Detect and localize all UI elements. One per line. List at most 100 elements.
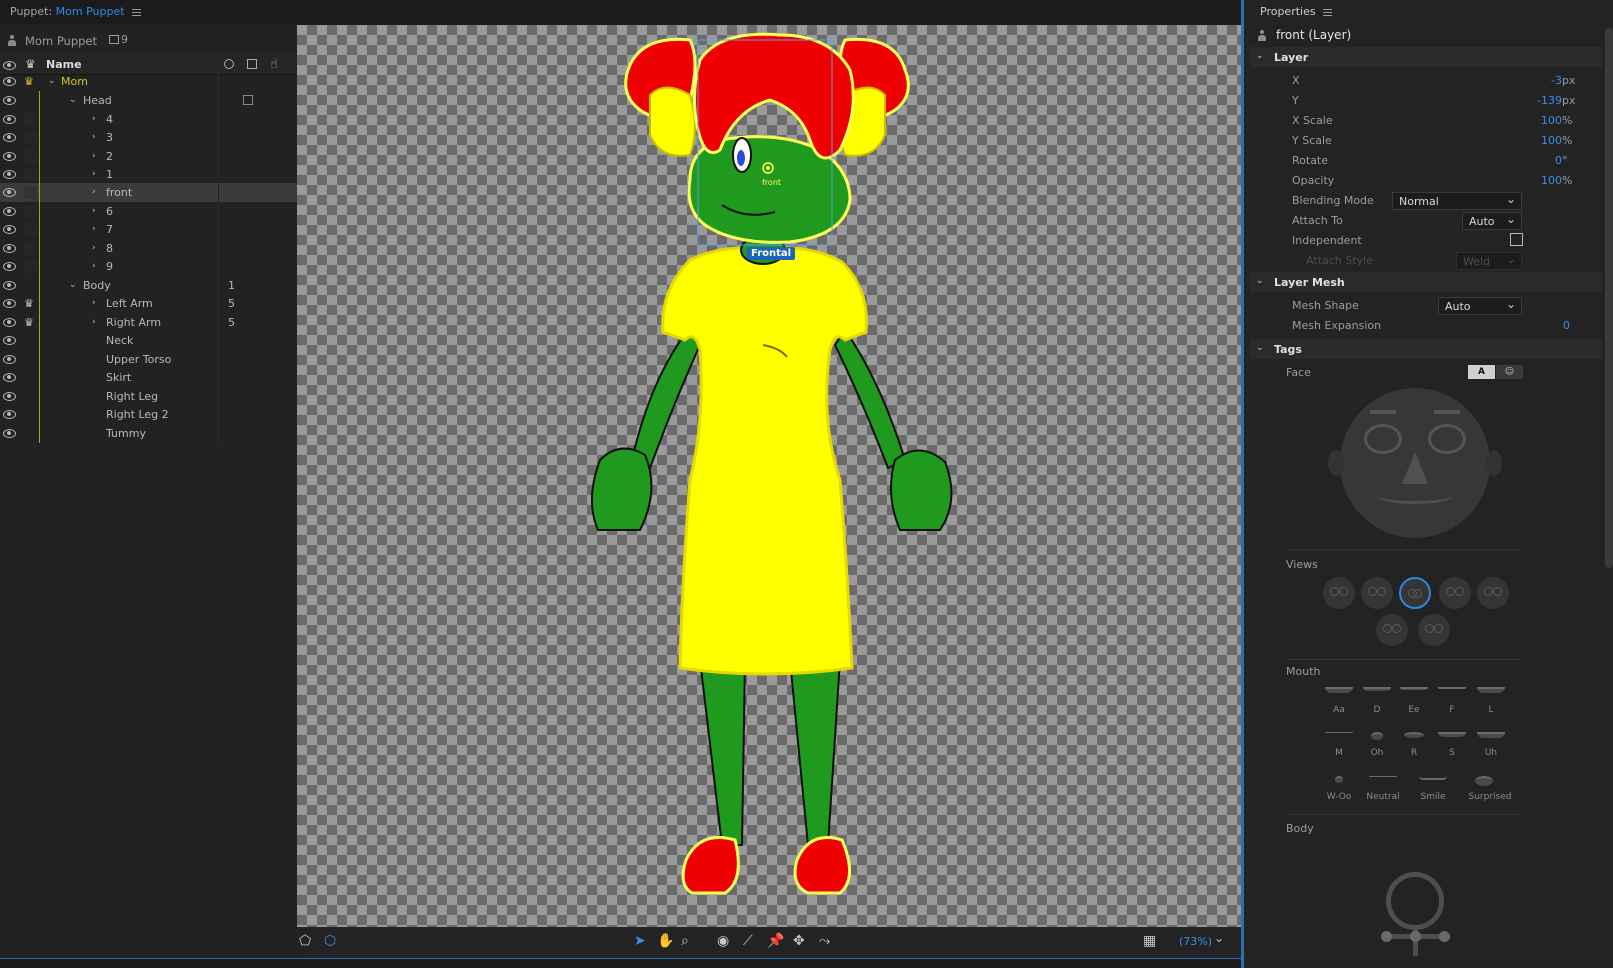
panel-menu-icon[interactable]: [131, 8, 141, 16]
view-face-frontal-icon[interactable]: [1399, 577, 1431, 609]
independent-column-icon[interactable]: [247, 59, 257, 69]
mouth-f-icon[interactable]: [1438, 685, 1466, 697]
properties-scrollbar[interactable]: [1605, 28, 1613, 568]
select-arrow-icon[interactable]: ➤: [634, 933, 646, 949]
body-left-shoulder-icon[interactable]: [1381, 931, 1392, 942]
nose[interactable]: [1402, 452, 1428, 484]
right-eyebrow[interactable]: [1434, 410, 1460, 414]
chevron-right-icon[interactable]: ›: [92, 261, 96, 271]
view-face-icon[interactable]: [1376, 614, 1408, 646]
mouth-ee-icon[interactable]: [1400, 685, 1428, 697]
visibility-eye-icon[interactable]: [3, 114, 16, 124]
crown-icon[interactable]: ♛: [24, 298, 34, 309]
visibility-eye-icon[interactable]: [3, 280, 16, 290]
mesh-shape-dropdown[interactable]: Auto: [1438, 297, 1522, 315]
visibility-eye-icon[interactable]: [3, 372, 16, 382]
crown-slot[interactable]: [24, 150, 37, 163]
crown-column-icon[interactable]: ♛: [25, 57, 36, 71]
chevron-right-icon[interactable]: ›: [92, 206, 96, 216]
visibility-eye-icon[interactable]: [3, 243, 16, 253]
yscale-value[interactable]: 100: [1541, 134, 1562, 147]
visibility-eye-icon[interactable]: [3, 317, 16, 327]
crown-slot[interactable]: [24, 260, 37, 273]
rotate-value[interactable]: 0: [1555, 154, 1562, 167]
layer-row[interactable]: Skirt: [0, 368, 297, 387]
mouth-aa-icon[interactable]: [1325, 685, 1353, 697]
mouth-d-icon[interactable]: [1363, 685, 1391, 697]
origin-column-icon[interactable]: [224, 59, 234, 69]
pin-tool-icon[interactable]: 📌: [767, 933, 784, 949]
visibility-eye-icon[interactable]: [3, 261, 16, 271]
mouth-shape[interactable]: [1378, 488, 1452, 504]
attach-to-dropdown[interactable]: Auto: [1462, 212, 1522, 230]
layer-row-front-selected[interactable]: › front: [0, 183, 297, 202]
layer-row[interactable]: › 9: [0, 257, 297, 276]
layer-mesh-section-header[interactable]: ⌄ Layer Mesh: [1250, 272, 1602, 292]
zoom-icon[interactable]: ⌕: [681, 933, 689, 949]
chevron-down-icon[interactable]: ⌄: [69, 280, 77, 290]
layer-row[interactable]: ♛ › Left Arm 5: [0, 294, 297, 313]
mouth-surprised-icon[interactable]: [1470, 774, 1498, 786]
layer-row-mom[interactable]: ♛ ⌄ Mom: [0, 72, 297, 91]
handle-column-icon[interactable]: ☝: [270, 57, 278, 72]
mouth-r-icon[interactable]: [1400, 730, 1428, 742]
body-neck-icon[interactable]: [1410, 931, 1421, 942]
independent-icon[interactable]: [243, 95, 253, 105]
zoom-dropdown-icon[interactable]: ⌄: [1214, 931, 1224, 945]
layer-row[interactable]: Upper Torso: [0, 350, 297, 369]
mesh-icon[interactable]: ⬠: [299, 933, 311, 949]
mouth-neutral-icon[interactable]: [1369, 774, 1397, 786]
crown-slot[interactable]: [24, 186, 37, 199]
chevron-right-icon[interactable]: ›: [92, 114, 96, 124]
layer-row[interactable]: › 7: [0, 220, 297, 239]
mouth-oh-icon[interactable]: [1363, 730, 1391, 742]
layer-row[interactable]: ♛ › Right Arm 5: [0, 313, 297, 332]
visibility-eye-icon[interactable]: [3, 187, 16, 197]
transparency-grid-icon[interactable]: ▦: [1143, 933, 1156, 949]
origin-tool-icon[interactable]: ◉: [717, 933, 729, 949]
visibility-eye-icon[interactable]: [3, 206, 16, 216]
view-face-icon[interactable]: [1477, 577, 1509, 609]
layer-row[interactable]: › 3: [0, 128, 297, 147]
body-right-shoulder-icon[interactable]: [1439, 931, 1450, 942]
y-value[interactable]: -139: [1537, 94, 1562, 107]
chevron-right-icon[interactable]: ›: [92, 243, 96, 253]
crown-icon[interactable]: ♛: [24, 76, 34, 87]
properties-tab[interactable]: Properties: [1260, 5, 1332, 18]
visibility-column-icon[interactable]: [3, 60, 16, 70]
chevron-down-icon[interactable]: ⌄: [69, 95, 77, 105]
mouth-s-icon[interactable]: [1438, 730, 1466, 742]
blending-mode-dropdown[interactable]: Normal: [1392, 192, 1522, 210]
view-face-icon[interactable]: [1323, 577, 1355, 609]
layer-row[interactable]: › 1: [0, 165, 297, 184]
properties-menu-icon[interactable]: [1322, 8, 1332, 16]
puppet-stage-canvas[interactable]: front Frontal: [297, 25, 1241, 927]
visibility-eye-icon[interactable]: [3, 151, 16, 161]
dangle-tool-icon[interactable]: ⤳: [819, 933, 830, 949]
zoom-level[interactable]: (73%): [1179, 935, 1212, 948]
layer-row-body[interactable]: ⌄ Body 1: [0, 276, 297, 295]
chevron-right-icon[interactable]: ›: [92, 317, 96, 327]
visibility-eye-icon[interactable]: [3, 95, 16, 105]
chevron-right-icon[interactable]: ›: [92, 224, 96, 234]
visibility-eye-icon[interactable]: [3, 354, 16, 364]
face-text-toggle[interactable]: A: [1468, 365, 1495, 379]
chevron-down-icon[interactable]: ⌄: [48, 76, 56, 86]
mouth-m-icon[interactable]: [1325, 730, 1353, 742]
tags-section-header[interactable]: ⌄ Tags: [1250, 339, 1602, 359]
view-face-icon[interactable]: [1361, 577, 1393, 609]
chevron-right-icon[interactable]: ›: [92, 298, 96, 308]
handle-tool-icon[interactable]: ✥: [793, 933, 805, 949]
mouth-l-icon[interactable]: [1477, 685, 1505, 697]
opacity-value[interactable]: 100: [1541, 174, 1562, 187]
layer-row[interactable]: Right Leg: [0, 387, 297, 406]
visibility-eye-icon[interactable]: [3, 335, 16, 345]
visibility-eye-icon[interactable]: [3, 76, 16, 86]
visibility-eye-icon[interactable]: [3, 391, 16, 401]
layer-row-head[interactable]: ⌄ Head: [0, 91, 297, 110]
independent-checkbox[interactable]: [1510, 233, 1523, 246]
layer-row[interactable]: Tummy: [0, 424, 297, 443]
right-eye[interactable]: [1428, 424, 1466, 454]
visibility-eye-icon[interactable]: [3, 298, 16, 308]
crown-slot[interactable]: [24, 223, 37, 236]
